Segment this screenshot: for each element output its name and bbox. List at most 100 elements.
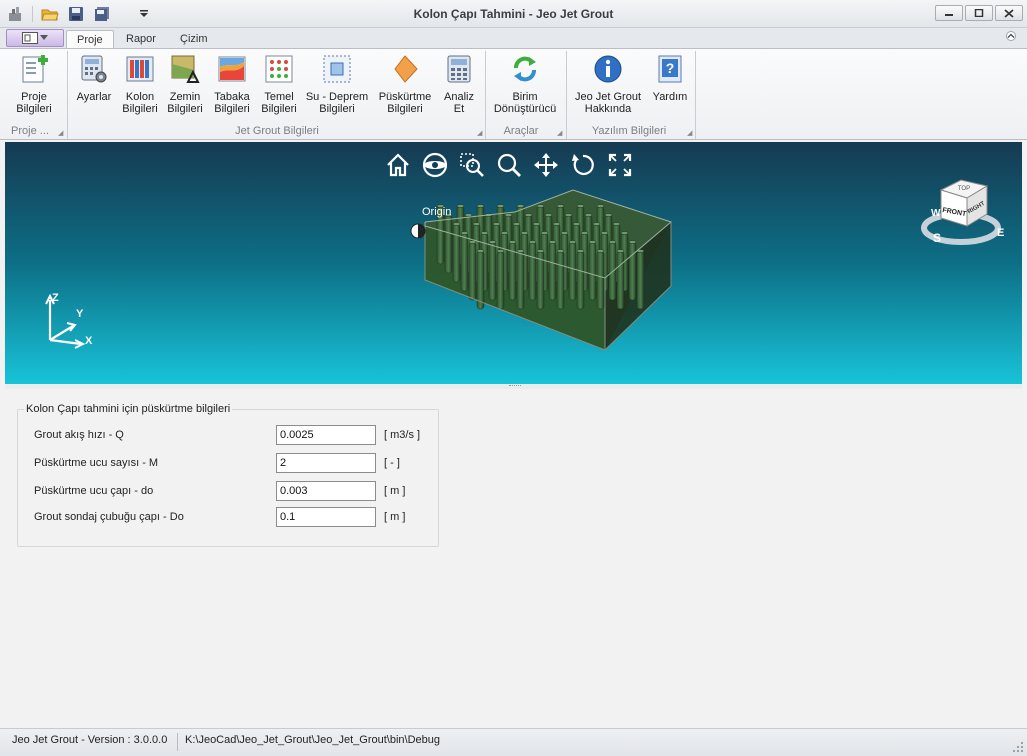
group-launcher-icon[interactable]: ◢ bbox=[477, 129, 483, 137]
grout-column-top bbox=[620, 231, 629, 235]
grout-column bbox=[496, 250, 505, 310]
field-row-Do: Grout sondaj çubuğu çapı - Do [ m ] bbox=[34, 507, 434, 527]
grout-column-top bbox=[604, 213, 613, 217]
axis-x-label: X bbox=[85, 335, 93, 347]
grout-column-top bbox=[516, 249, 525, 253]
grout-column-top bbox=[540, 231, 549, 235]
analyze-label: Analiz Et bbox=[444, 91, 474, 115]
close-button[interactable] bbox=[995, 5, 1023, 21]
grout-column-top bbox=[576, 249, 585, 253]
application-menu-button[interactable] bbox=[6, 29, 64, 47]
view-cube[interactable]: TOP FRONT RIGHT W S E bbox=[917, 176, 1009, 250]
grout-column-top bbox=[524, 213, 533, 217]
grout-column-top bbox=[564, 213, 573, 217]
minimize-button[interactable] bbox=[935, 5, 963, 21]
settings-label: Ayarlar bbox=[76, 91, 112, 103]
foundation-info-button[interactable]: Temel Bilgileri bbox=[258, 53, 300, 115]
origin-icon bbox=[410, 223, 426, 239]
grout-column-top bbox=[516, 204, 525, 208]
grout-column bbox=[516, 250, 525, 310]
settings-icon bbox=[78, 53, 110, 85]
origin-label: Origin bbox=[422, 206, 452, 218]
nozzle-count-unit: [ - ] bbox=[384, 457, 400, 469]
grout-column-top bbox=[572, 222, 581, 226]
zoom-window-icon[interactable] bbox=[457, 150, 487, 180]
group-launcher-icon[interactable]: ◢ bbox=[58, 129, 64, 137]
analyze-button[interactable]: Analiz Et bbox=[440, 53, 478, 115]
unit-converter-button[interactable]: Birim Dönüştürücü bbox=[490, 53, 560, 115]
unit-converter-icon bbox=[509, 53, 541, 85]
compass-e[interactable]: E bbox=[997, 227, 1004, 239]
help-button[interactable]: ? Yardım bbox=[650, 53, 690, 103]
grout-column bbox=[588, 241, 597, 301]
column-info-label: Kolon Bilgileri bbox=[122, 91, 158, 115]
grout-column bbox=[628, 241, 637, 301]
grout-column-top bbox=[496, 249, 505, 253]
grout-column-top bbox=[492, 222, 501, 226]
grout-column-top bbox=[488, 240, 497, 244]
grout-column-top bbox=[556, 249, 565, 253]
grout-column-top bbox=[508, 240, 517, 244]
groupbox-title: Kolon Çapı tahmini için püskürtme bilgil… bbox=[24, 403, 233, 415]
grout-column-top bbox=[480, 231, 489, 235]
rod-diameter-input[interactable] bbox=[276, 507, 376, 527]
grout-column-top bbox=[616, 249, 625, 253]
group-launcher-icon[interactable]: ◢ bbox=[557, 129, 563, 137]
field-row-do: Püskürtme ucu çapı - do [ m ] bbox=[34, 481, 434, 501]
compass-s[interactable]: S bbox=[933, 231, 941, 245]
compass-w[interactable]: W bbox=[931, 208, 941, 219]
fullscreen-icon[interactable] bbox=[605, 150, 635, 180]
grout-flow-input[interactable] bbox=[276, 425, 376, 445]
about-button[interactable]: Jeo Jet Grout Hakkında bbox=[572, 53, 644, 115]
grout-column bbox=[488, 241, 497, 301]
unit-converter-label: Birim Dönüştürücü bbox=[493, 91, 557, 115]
ribbon-collapse-icon[interactable] bbox=[1005, 31, 1017, 44]
orbit-icon[interactable] bbox=[420, 150, 450, 180]
grout-flow-unit: [ m3/s ] bbox=[384, 429, 421, 441]
form-panel: Kolon Çapı tahmini için püskürtme bilgil… bbox=[5, 389, 1022, 724]
settings-button[interactable]: Ayarlar bbox=[74, 53, 114, 103]
grout-column-top bbox=[576, 204, 585, 208]
nozzle-count-label: Püskürtme ucu sayısı - M bbox=[34, 457, 159, 469]
home-icon[interactable] bbox=[383, 150, 413, 180]
grout-column bbox=[576, 250, 585, 310]
nozzle-count-input[interactable] bbox=[276, 453, 376, 473]
group-launcher-icon[interactable]: ◢ bbox=[687, 129, 693, 137]
tab-cizim[interactable]: Çizim bbox=[170, 30, 218, 49]
rotate-icon[interactable] bbox=[568, 150, 598, 180]
axis-y-label: Y bbox=[76, 308, 84, 320]
spray-info-groupbox: Kolon Çapı tahmini için püskürtme bilgil… bbox=[17, 403, 439, 547]
resize-grip-icon[interactable] bbox=[1012, 741, 1024, 753]
column-info-button[interactable]: Kolon Bilgileri bbox=[120, 53, 160, 115]
help-icon: ? bbox=[654, 53, 686, 85]
grout-column-top bbox=[532, 222, 541, 226]
grout-column-top bbox=[536, 204, 545, 208]
tab-rapor[interactable]: Rapor bbox=[116, 30, 166, 49]
project-info-label: Proje Bilgileri bbox=[16, 91, 52, 115]
nozzle-diameter-label: Püskürtme ucu çapı - do bbox=[34, 485, 154, 497]
grout-column-top bbox=[476, 204, 485, 208]
viewcube-top[interactable]: TOP bbox=[958, 186, 970, 192]
grout-column bbox=[616, 250, 625, 310]
group-label-yazilim: Yazılım Bilgileri bbox=[591, 125, 667, 137]
tab-proje[interactable]: Proje bbox=[66, 30, 114, 49]
ribbon-tabs: Proje Rapor Çizim bbox=[0, 28, 1027, 49]
pan-icon[interactable] bbox=[531, 150, 561, 180]
zoom-icon[interactable] bbox=[494, 150, 524, 180]
field-row-m: Püskürtme ucu sayısı - M [ - ] bbox=[34, 453, 434, 473]
grout-column-top bbox=[512, 222, 521, 226]
maximize-button[interactable] bbox=[965, 5, 993, 21]
grout-column-top bbox=[628, 240, 637, 244]
water-earthquake-button[interactable]: Su - Deprem Bilgileri bbox=[304, 53, 370, 115]
project-info-button[interactable]: Proje Bilgileri bbox=[14, 53, 54, 115]
soil-info-button[interactable]: Zemin Bilgileri bbox=[165, 53, 205, 115]
spray-info-button[interactable]: Püskürtme Bilgileri bbox=[376, 53, 434, 115]
grout-column-top bbox=[588, 240, 597, 244]
layer-info-button[interactable]: Tabaka Bilgileri bbox=[211, 53, 253, 115]
status-bar: Jeo Jet Grout - Version : 3.0.0.0 K:\Jeo… bbox=[0, 728, 1027, 756]
grout-column bbox=[528, 241, 537, 301]
3d-viewport[interactable]: Origin Z Y X TOP FRONT RIGHT W S E bbox=[5, 142, 1022, 384]
spray-info-label: Püskürtme Bilgileri bbox=[378, 91, 432, 115]
column-info-icon bbox=[124, 53, 156, 85]
nozzle-diameter-input[interactable] bbox=[276, 481, 376, 501]
